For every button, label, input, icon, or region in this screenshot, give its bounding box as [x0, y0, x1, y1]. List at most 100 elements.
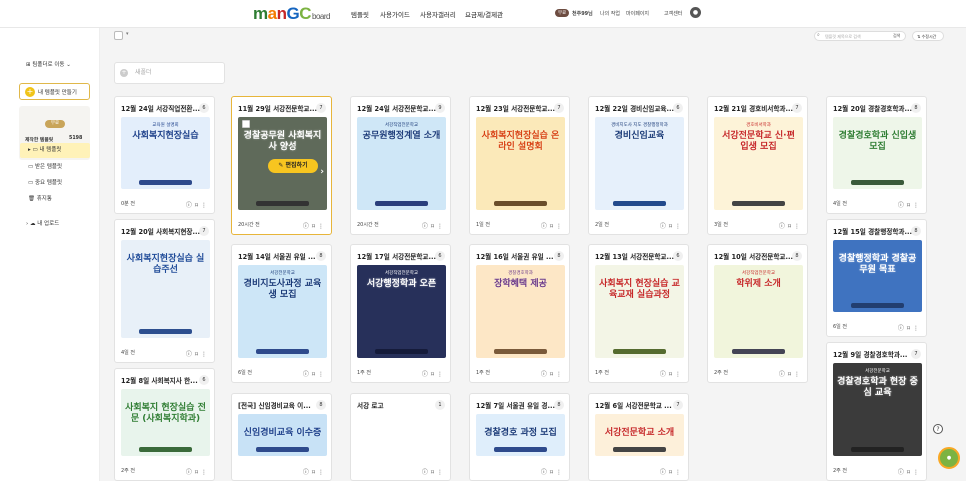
more-icon[interactable]: ⋮	[794, 223, 803, 230]
card-actions[interactable]: ⓘ⌑⋮	[898, 200, 922, 209]
card-actions[interactable]: ⓘ⌑⋮	[779, 369, 803, 378]
template-card[interactable]: 12월 7일 서울권 유일 경... 8 경찰경호 과정 모집 ⓘ⌑⋮	[469, 393, 570, 481]
more-icon[interactable]: ⋮	[437, 469, 446, 476]
more-icon[interactable]: ⋮	[913, 325, 922, 332]
card-thumbnail[interactable]: 경찰경호학과 장학혜택 제공	[476, 265, 565, 358]
goto-team-folder[interactable]: ⊞ 팀폴더로 이동 ⌄	[26, 60, 71, 68]
card-thumbnail[interactable]: 교육원 설명회 사회복지현장실습	[121, 117, 210, 189]
more-icon[interactable]: ⋮	[318, 469, 327, 476]
nav-support[interactable]: 고객센터	[664, 10, 682, 17]
more-icon[interactable]: ⋮	[556, 469, 565, 476]
template-card[interactable]: 12월 13일 서강전문학교... 6 사회복지 현장실습 교육교재 실습과정 …	[588, 244, 689, 383]
card-actions[interactable]: ⓘ⌑⋮	[422, 467, 446, 476]
card-actions[interactable]: ⓘ⌑⋮	[422, 369, 446, 378]
card-actions[interactable]: ⓘ⌑⋮	[186, 200, 210, 209]
sidebar-item-my-templates[interactable]: ▸ ▭ 내 템플릿	[20, 143, 90, 158]
template-card[interactable]: 12월 10일 서강전문학교... 8 서강직업전문학교 학위제 소개 2주 전…	[707, 244, 808, 383]
template-card[interactable]: 12월 20일 경찰경호학과... 8 경찰경호학과 신입생 모집 4일 전 ⓘ…	[826, 96, 927, 214]
card-actions[interactable]: ⓘ⌑⋮	[186, 349, 210, 358]
card-thumbnail[interactable]: 사회복지현장실습 실습주선	[121, 240, 210, 338]
card-thumbnail[interactable]: 신임경비교육 이수증	[238, 414, 327, 456]
card-actions[interactable]: ⓘ⌑⋮	[303, 221, 327, 230]
template-card[interactable]: 12월 6일 서강전문학교 ... 7 서강전문학교 소개 ⓘ⌑⋮	[588, 393, 689, 481]
card-thumbnail[interactable]: 경찰경호학과 신입생 모집	[833, 117, 922, 189]
card-actions[interactable]: ⓘ⌑⋮	[303, 369, 327, 378]
nav-templates[interactable]: 템플릿	[351, 9, 369, 19]
card-thumbnail[interactable]: 서강전문학교 소개	[595, 414, 684, 456]
logo[interactable]: manGCboard	[253, 5, 330, 26]
template-card[interactable]: 12월 21일 경호비서학과... 7 경호비서학과 서강전문학교 신·편입생 …	[707, 96, 808, 235]
card-thumbnail[interactable]: 경호비서학과 서강전문학교 신·편입생 모집	[714, 117, 803, 210]
card-thumbnail[interactable]: 서강직업전문학교 학위제 소개	[714, 265, 803, 358]
nav-my-work[interactable]: 나의 작업	[600, 10, 620, 17]
info-icon[interactable]: ⓘ	[422, 223, 431, 230]
info-icon[interactable]: ⓘ	[186, 469, 195, 476]
card-thumbnail[interactable]: 서강전문학교 경비지도사과정 교육생 모집	[238, 265, 327, 358]
card-thumbnail[interactable]: 사회복지 현장실습 교육교재 실습과정	[595, 265, 684, 358]
template-card[interactable]: 서강 로고 1 ⓘ⌑⋮	[350, 393, 451, 481]
card-actions[interactable]: ⓘ⌑⋮	[541, 369, 565, 378]
more-icon[interactable]: ⋮	[318, 371, 327, 378]
template-card[interactable]: 12월 9일 경찰경호학과... 7 서강전문학교 경찰경호학과 현장 중심 교…	[826, 342, 927, 481]
card-actions[interactable]: ⓘ⌑⋮	[660, 221, 684, 230]
card-actions[interactable]: ⓘ⌑⋮	[186, 467, 210, 476]
card-thumbnail[interactable]: 경찰행정학과 경찰공무원 목표	[833, 240, 922, 312]
more-icon[interactable]: ⋮	[794, 371, 803, 378]
more-icon[interactable]: ⋮	[675, 223, 684, 230]
sidebar-item-uploads[interactable]: › ☁ 내 업로드	[18, 217, 88, 232]
card-thumbnail[interactable]: 경비지도사 지도 경찰행정학과 경비신임교육	[595, 117, 684, 210]
more-icon[interactable]: ⋮	[437, 223, 446, 230]
avatar[interactable]: ●	[690, 7, 701, 18]
help-icon[interactable]: ?	[933, 424, 943, 434]
template-card[interactable]: 12월 24일 서강직업전환... 6 교육원 설명회 사회복지현장실습 0분 …	[114, 96, 215, 214]
template-card[interactable]: 12월 8일 사회복지사 한... 6 사회복지 현장실습 전문 (사회복지학과…	[114, 368, 215, 481]
info-icon[interactable]: ⓘ	[422, 469, 431, 476]
info-icon[interactable]: ⓘ	[660, 223, 669, 230]
info-icon[interactable]: ⓘ	[541, 469, 550, 476]
more-icon[interactable]: ⋮	[201, 351, 210, 358]
template-card[interactable]: 11월 29일 서강전문학교... 7 경찰공무원 사회복지사 양성 ✎ 편집하…	[231, 96, 332, 235]
card-thumbnail[interactable]: 서강직업전문학교 공무원행정계열 소개	[357, 117, 446, 210]
info-icon[interactable]: ⓘ	[779, 223, 788, 230]
more-icon[interactable]: ⋮	[201, 469, 210, 476]
nav-pricing[interactable]: 요금제/결제관	[465, 9, 503, 19]
card-thumbnail[interactable]: 경찰경호 과정 모집	[476, 414, 565, 456]
nav-mypage[interactable]: 마이페이지	[626, 10, 649, 17]
new-folder-input[interactable]: 새폴더	[114, 62, 225, 84]
sidebar-item-received[interactable]: ▭ 받은 템플릿	[20, 160, 90, 175]
more-icon[interactable]: ⋮	[675, 469, 684, 476]
template-card[interactable]: [전국] 신임경비교육 이... 8 신임경비교육 이수증 ⓘ⌑⋮	[231, 393, 332, 481]
more-icon[interactable]: ⋮	[437, 371, 446, 378]
template-card[interactable]: 12월 15일 경찰행정학과... 8 경찰행정학과 경찰공무원 목표 6일 전…	[826, 219, 927, 337]
more-icon[interactable]: ⋮	[556, 223, 565, 230]
more-icon[interactable]: ⋮	[913, 469, 922, 476]
card-actions[interactable]: ⓘ⌑⋮	[898, 323, 922, 332]
more-icon[interactable]: ⋮	[318, 223, 327, 230]
more-icon[interactable]: ⋮	[556, 371, 565, 378]
edit-button[interactable]: ✎ 편집하기	[268, 159, 318, 173]
card-actions[interactable]: ⓘ⌑⋮	[541, 221, 565, 230]
search-button[interactable]: 검색	[893, 33, 900, 39]
info-icon[interactable]: ⓘ	[303, 469, 312, 476]
new-template-button[interactable]: + 내 템플릿 만들기	[19, 83, 90, 100]
card-actions[interactable]: ⓘ⌑⋮	[303, 467, 327, 476]
template-card[interactable]: 12월 20일 사회복지현장... 7 사회복지현장실습 실습주선 4일 전 ⓘ…	[114, 219, 215, 363]
card-actions[interactable]: ⓘ⌑⋮	[541, 467, 565, 476]
template-card[interactable]: 12월 14일 서울권 유일 ... 8 서강전문학교 경비지도사과정 교육생 …	[231, 244, 332, 383]
nav-guide[interactable]: 사용가이드	[380, 9, 410, 19]
select-all-checkbox[interactable]	[114, 31, 123, 40]
sort-button[interactable]: ⇅ 수정시간	[912, 31, 944, 41]
info-icon[interactable]: ⓘ	[660, 469, 669, 476]
card-thumbnail[interactable]: 경찰공무원 사회복지사 양성 ✎ 편집하기 ›	[238, 117, 327, 210]
info-icon[interactable]: ⓘ	[541, 371, 550, 378]
template-card[interactable]: 12월 24일 서강전문학교... 9 서강직업전문학교 공무원행정계열 소개 …	[350, 96, 451, 235]
nav-gallery[interactable]: 사용자갤러리	[420, 9, 456, 19]
card-thumbnail[interactable]: 서강직업전문학교 서강행정학과 오픈	[357, 265, 446, 358]
more-icon[interactable]: ⋮	[201, 202, 210, 209]
chevron-right-icon[interactable]: ›	[320, 167, 324, 177]
card-actions[interactable]: ⓘ⌑⋮	[779, 221, 803, 230]
sidebar-item-important[interactable]: ▭ 중요 템플릿	[20, 176, 90, 191]
template-card[interactable]: 12월 22일 경비신임교육... 6 경비지도사 지도 경찰행정학과 경비신임…	[588, 96, 689, 235]
chevron-down-icon[interactable]: ▾	[126, 31, 129, 37]
info-icon[interactable]: ⓘ	[898, 202, 907, 209]
